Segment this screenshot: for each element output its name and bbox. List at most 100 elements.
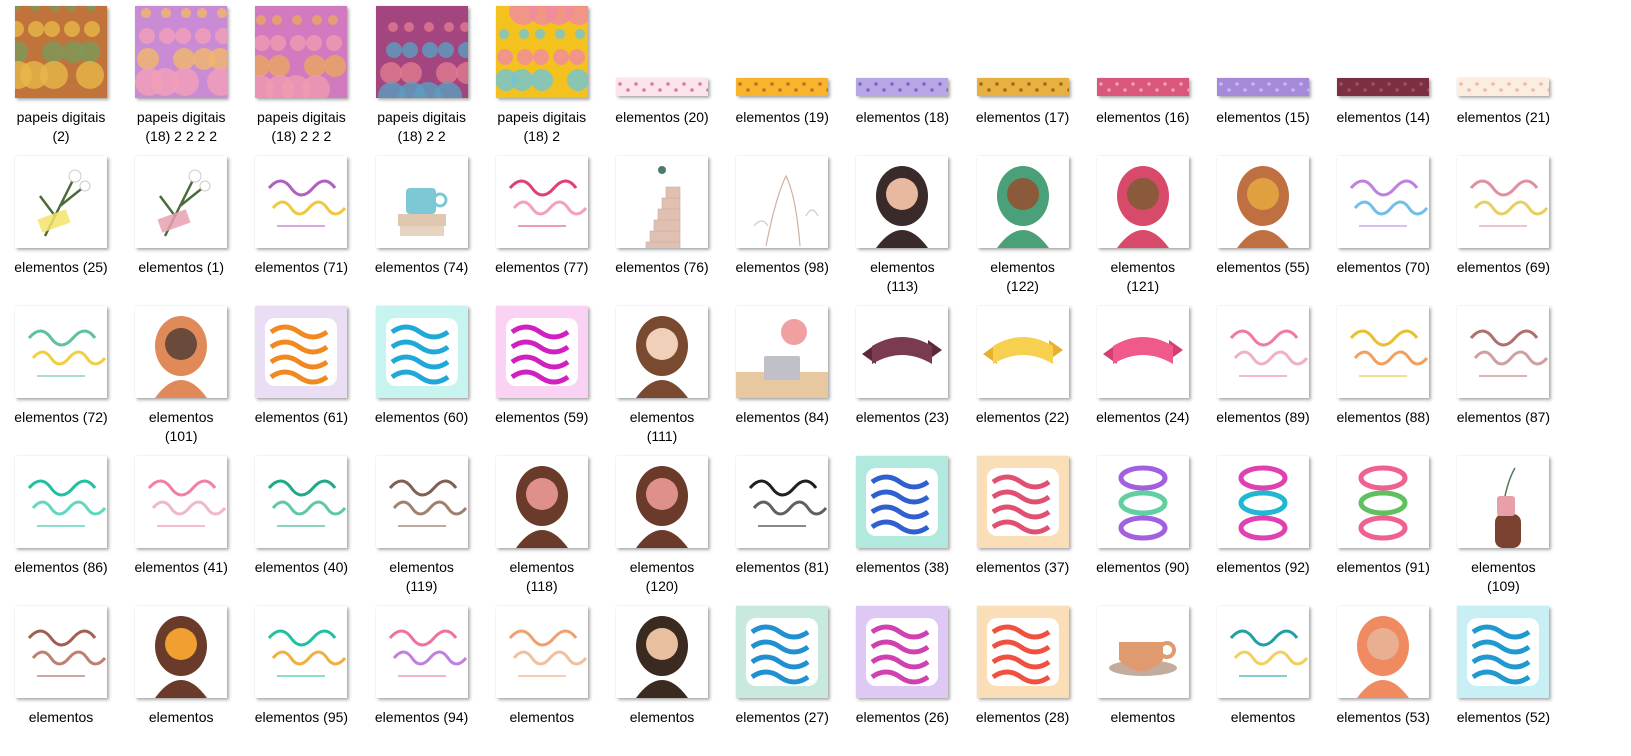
file-item[interactable]: papeis digitais (2) xyxy=(1,6,121,156)
file-thumbnail[interactable] xyxy=(736,78,829,96)
file-item[interactable]: elementos (122) xyxy=(963,156,1083,306)
file-item[interactable]: elementos (53) xyxy=(1323,606,1443,756)
file-thumbnail[interactable] xyxy=(255,606,348,698)
file-thumbnail[interactable] xyxy=(1096,78,1189,96)
file-item[interactable]: elementos xyxy=(482,606,602,756)
file-item[interactable]: elementos (84) xyxy=(722,306,842,456)
file-item[interactable]: elementos (71) xyxy=(241,156,361,306)
file-item[interactable]: elementos (26) xyxy=(842,606,962,756)
file-item[interactable]: elementos (87) xyxy=(1443,306,1563,456)
file-thumbnail[interactable] xyxy=(1457,606,1550,698)
file-thumbnail[interactable] xyxy=(616,456,708,548)
file-item[interactable]: elementos (118) xyxy=(482,456,602,606)
file-thumbnail[interactable] xyxy=(375,156,468,248)
file-thumbnail[interactable] xyxy=(495,6,588,98)
file-item[interactable]: elementos xyxy=(1083,606,1203,756)
file-item[interactable]: elementos (59) xyxy=(482,306,602,456)
file-item[interactable]: elementos (21) xyxy=(1443,6,1563,156)
file-thumbnail[interactable] xyxy=(1337,156,1430,248)
file-thumbnail[interactable] xyxy=(1337,78,1430,96)
file-item[interactable]: elementos (24) xyxy=(1083,306,1203,456)
file-thumbnail[interactable] xyxy=(1096,456,1189,548)
file-thumbnail[interactable] xyxy=(255,156,348,248)
file-thumbnail[interactable] xyxy=(976,156,1069,248)
file-item[interactable]: elementos (15) xyxy=(1203,6,1323,156)
file-item[interactable]: elementos (90) xyxy=(1083,456,1203,606)
file-thumbnail[interactable] xyxy=(976,606,1069,698)
file-thumbnail[interactable] xyxy=(856,306,949,398)
file-item[interactable]: elementos (70) xyxy=(1323,156,1443,306)
file-item[interactable]: elementos (1) xyxy=(121,156,241,306)
file-item[interactable]: elementos (60) xyxy=(362,306,482,456)
file-item[interactable]: elementos (16) xyxy=(1083,6,1203,156)
file-thumbnail[interactable] xyxy=(375,6,468,98)
file-thumbnail[interactable] xyxy=(1096,156,1189,248)
file-thumbnail[interactable] xyxy=(1337,456,1430,548)
file-thumbnail[interactable] xyxy=(135,456,228,548)
file-thumbnail[interactable] xyxy=(616,306,708,398)
file-thumbnail[interactable] xyxy=(736,606,829,698)
file-thumbnail[interactable] xyxy=(736,156,829,248)
file-item[interactable]: elementos (119) xyxy=(362,456,482,606)
file-item[interactable]: elementos (41) xyxy=(121,456,241,606)
file-item[interactable]: elementos (121) xyxy=(1083,156,1203,306)
file-item[interactable]: elementos (81) xyxy=(722,456,842,606)
file-thumbnail[interactable] xyxy=(856,78,949,96)
file-thumbnail[interactable] xyxy=(495,156,588,248)
file-item[interactable]: elementos (23) xyxy=(842,306,962,456)
file-item[interactable]: papeis digitais (18) 2 2 2 2 xyxy=(121,6,241,156)
file-item[interactable]: elementos (113) xyxy=(842,156,962,306)
file-thumbnail[interactable] xyxy=(15,306,107,398)
file-thumbnail[interactable] xyxy=(375,306,468,398)
file-item[interactable]: papeis digitais (18) 2 xyxy=(482,6,602,156)
file-item[interactable]: elementos (109) xyxy=(1443,456,1563,606)
file-item[interactable]: elementos (40) xyxy=(241,456,361,606)
file-thumbnail[interactable] xyxy=(1337,306,1430,398)
file-thumbnail[interactable] xyxy=(255,6,348,98)
file-thumbnail[interactable] xyxy=(1457,78,1550,96)
file-thumbnail[interactable] xyxy=(375,606,468,698)
file-item[interactable]: elementos (25) xyxy=(1,156,121,306)
file-thumbnail[interactable] xyxy=(736,456,829,548)
file-thumbnail[interactable] xyxy=(1337,606,1430,698)
file-thumbnail[interactable] xyxy=(736,306,829,398)
file-thumbnail[interactable] xyxy=(135,606,228,698)
file-item[interactable]: elementos (28) xyxy=(963,606,1083,756)
file-item[interactable]: elementos (77) xyxy=(482,156,602,306)
file-thumbnail[interactable] xyxy=(1457,456,1550,548)
file-item[interactable]: elementos (52) xyxy=(1443,606,1563,756)
file-thumbnail[interactable] xyxy=(495,606,588,698)
file-thumbnail[interactable] xyxy=(616,78,708,96)
file-thumbnail[interactable] xyxy=(135,6,228,98)
file-item[interactable]: elementos (20) xyxy=(602,6,722,156)
file-item[interactable]: elementos (111) xyxy=(602,306,722,456)
file-thumbnail[interactable] xyxy=(15,6,107,98)
file-item[interactable]: elementos (92) xyxy=(1203,456,1323,606)
file-item[interactable]: elementos (88) xyxy=(1323,306,1443,456)
file-thumbnail[interactable] xyxy=(976,456,1069,548)
file-thumbnail[interactable] xyxy=(1096,306,1189,398)
file-thumbnail[interactable] xyxy=(495,306,588,398)
file-thumbnail[interactable] xyxy=(1217,156,1309,248)
file-thumbnail[interactable] xyxy=(375,456,468,548)
file-item[interactable]: elementos (69) xyxy=(1443,156,1563,306)
file-thumbnail[interactable] xyxy=(15,156,107,248)
file-item[interactable]: papeis digitais (18) 2 2 2 xyxy=(241,6,361,156)
file-item[interactable]: elementos (18) xyxy=(842,6,962,156)
file-item[interactable]: elementos (86) xyxy=(1,456,121,606)
file-item[interactable]: elementos (74) xyxy=(362,156,482,306)
file-item[interactable]: elementos (91) xyxy=(1323,456,1443,606)
file-item[interactable]: elementos (89) xyxy=(1203,306,1323,456)
file-thumbnail[interactable] xyxy=(976,306,1069,398)
file-thumbnail[interactable] xyxy=(15,606,107,698)
file-thumbnail[interactable] xyxy=(976,78,1069,96)
file-item[interactable]: elementos (101) xyxy=(121,306,241,456)
file-item[interactable]: elementos (61) xyxy=(241,306,361,456)
file-thumbnail[interactable] xyxy=(1217,606,1309,698)
file-item[interactable]: elementos (55) xyxy=(1203,156,1323,306)
file-item[interactable]: elementos (76) xyxy=(602,156,722,306)
file-thumbnail[interactable] xyxy=(1217,78,1309,96)
file-item[interactable]: elementos (17) xyxy=(963,6,1083,156)
file-thumbnail[interactable] xyxy=(856,456,949,548)
file-thumbnail[interactable] xyxy=(616,156,708,248)
